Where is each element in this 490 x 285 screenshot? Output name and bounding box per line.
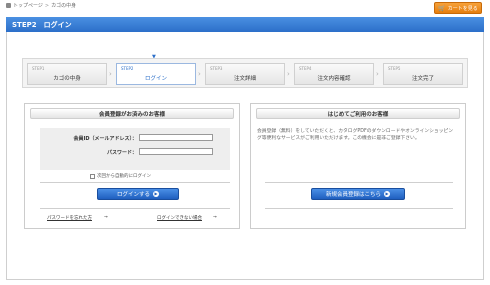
step-1-name: カゴの中身 bbox=[53, 76, 81, 82]
auto-login-label: 次回から自動的にログイン bbox=[97, 174, 151, 179]
step-2: STEP2 ログイン bbox=[116, 63, 196, 85]
step-3-number: STEP3 bbox=[210, 66, 223, 71]
register-button-label: 新規会員登録はこちら bbox=[325, 192, 381, 198]
breadcrumb-current: カゴの中身 bbox=[51, 3, 77, 9]
member-id-label: 会員ID（メールアドレス）： bbox=[73, 136, 137, 142]
login-button[interactable]: ログインする ▶ bbox=[97, 188, 179, 200]
login-trouble-link[interactable]: ログインできない場合 bbox=[157, 215, 202, 221]
step-2-name: ログイン bbox=[144, 76, 167, 82]
divider bbox=[40, 208, 230, 209]
step-1-number: STEP1 bbox=[32, 66, 45, 71]
auto-login-row: 次回から自動的にログイン bbox=[90, 173, 151, 179]
step-1: STEP1 カゴの中身 bbox=[27, 63, 107, 85]
step-5: STEP5 注文完了 bbox=[383, 63, 463, 85]
member-login-panel: 会員登録がお済みのお客様 会員ID（メールアドレス）： パスワード： 次回から自… bbox=[24, 103, 240, 229]
arrow-right-icon: ▶ bbox=[384, 191, 390, 197]
breadcrumb: トップページ > カゴの中身 bbox=[6, 2, 76, 9]
step-4-number: STEP4 bbox=[299, 66, 312, 71]
step-arrow-icon: › bbox=[287, 70, 290, 78]
step-progress: STEP1 カゴの中身 › STEP2 ログイン › STEP3 注文詳細 › … bbox=[22, 58, 468, 88]
link-arrow-icon: → bbox=[104, 215, 108, 220]
home-icon bbox=[6, 3, 11, 8]
forgot-password-link[interactable]: パスワードを忘れた方 bbox=[47, 215, 92, 221]
registration-description: 会員登録（無料）をしていただくと、カタログPDFのダウンロードやオンラインショッ… bbox=[257, 129, 454, 141]
page-title: STEP2 ログイン bbox=[12, 20, 72, 29]
cart-icon: 🛒 bbox=[438, 4, 446, 12]
new-customer-panel-title: はじめてご利用のお客様 bbox=[256, 108, 460, 119]
step-4: STEP4 注文内容確認 bbox=[294, 63, 374, 85]
breadcrumb-separator: > bbox=[44, 2, 50, 9]
link-arrow-icon: → bbox=[213, 215, 217, 220]
step-arrow-icon: › bbox=[109, 70, 112, 78]
step-5-number: STEP5 bbox=[388, 66, 401, 71]
arrow-right-icon: ▶ bbox=[153, 191, 159, 197]
member-panel-title: 会員登録がお済みのお客様 bbox=[30, 108, 234, 119]
new-customer-panel: はじめてご利用のお客様 会員登録（無料）をしていただくと、カタログPDFのダウン… bbox=[250, 103, 466, 229]
step-5-name: 注文完了 bbox=[411, 76, 434, 82]
step-arrow-icon: › bbox=[376, 70, 379, 78]
divider bbox=[40, 182, 230, 183]
divider bbox=[265, 208, 453, 209]
step-4-name: 注文内容確認 bbox=[317, 76, 351, 82]
step-3: STEP3 注文詳細 bbox=[205, 63, 285, 85]
view-cart-button[interactable]: 🛒 カートを見る bbox=[434, 2, 482, 14]
page-title-bar: STEP2 ログイン bbox=[6, 17, 484, 32]
member-id-input[interactable] bbox=[139, 134, 213, 141]
register-button[interactable]: 新規会員登録はこちら ▶ bbox=[311, 188, 405, 200]
breadcrumb-home-link[interactable]: トップページ bbox=[13, 2, 43, 9]
login-button-label: ログインする bbox=[116, 192, 150, 198]
view-cart-label: カートを見る bbox=[447, 5, 478, 12]
divider bbox=[265, 182, 453, 183]
step-3-name: 注文詳細 bbox=[233, 76, 256, 82]
step-2-number: STEP2 bbox=[121, 66, 134, 71]
password-input[interactable] bbox=[139, 148, 213, 155]
step-arrow-icon: › bbox=[198, 70, 201, 78]
auto-login-checkbox[interactable] bbox=[90, 173, 95, 179]
password-label: パスワード： bbox=[106, 150, 137, 156]
